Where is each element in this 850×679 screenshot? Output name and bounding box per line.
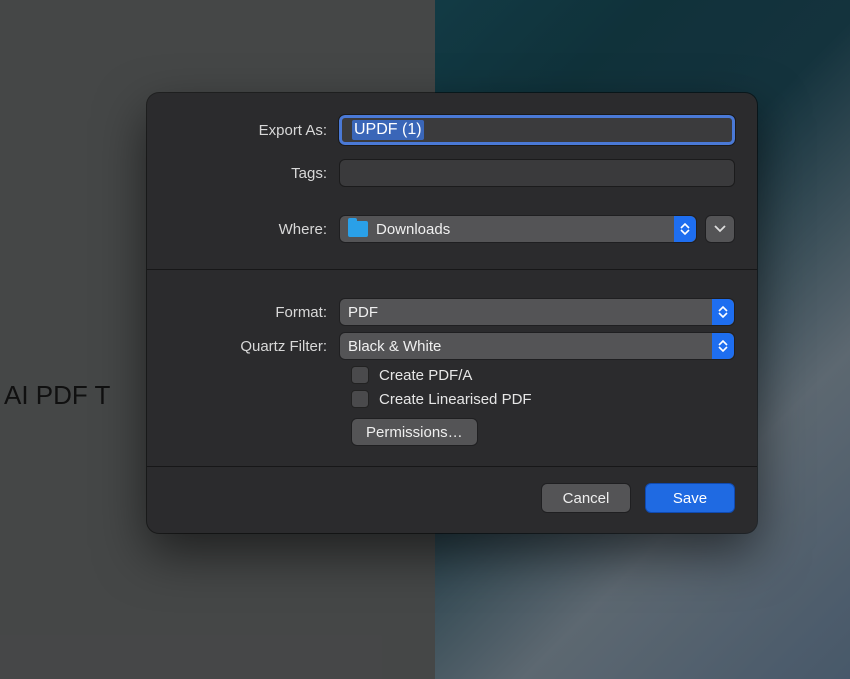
- expand-location-button[interactable]: [705, 215, 735, 243]
- permissions-button[interactable]: Permissions…: [351, 418, 478, 446]
- save-button[interactable]: Save: [645, 483, 735, 513]
- create-pdfa-checkbox[interactable]: [351, 366, 369, 384]
- updown-caret-icon: [712, 299, 734, 325]
- dialog-section-middle: Format: PDF Quartz Filter: Black & White: [147, 270, 757, 466]
- updown-caret-icon: [712, 333, 734, 359]
- dialog-footer: Cancel Save: [147, 467, 757, 533]
- export-as-input[interactable]: UPDF (1): [339, 115, 735, 145]
- dialog-section-top: Export As: UPDF (1) Tags: Where: Downloa…: [147, 93, 757, 269]
- export-dialog: Export As: UPDF (1) Tags: Where: Downloa…: [147, 93, 757, 533]
- divider-1: [147, 269, 757, 270]
- updown-caret-icon: [674, 216, 696, 242]
- format-value: PDF: [348, 304, 378, 321]
- quartz-filter-label: Quartz Filter:: [169, 338, 339, 355]
- cancel-button[interactable]: Cancel: [541, 483, 631, 513]
- format-popup[interactable]: PDF: [339, 298, 735, 326]
- where-value: Downloads: [376, 221, 450, 238]
- tags-label: Tags:: [169, 165, 339, 182]
- divider-2: [147, 466, 757, 467]
- export-as-label: Export As:: [169, 122, 339, 139]
- create-linearised-checkbox[interactable]: [351, 390, 369, 408]
- export-as-value: UPDF (1): [352, 120, 424, 140]
- quartz-filter-value: Black & White: [348, 338, 441, 355]
- tags-input[interactable]: [339, 159, 735, 187]
- create-linearised-label: Create Linearised PDF: [379, 391, 532, 408]
- where-popup[interactable]: Downloads: [339, 215, 697, 243]
- format-label: Format:: [169, 304, 339, 321]
- quartz-filter-popup[interactable]: Black & White: [339, 332, 735, 360]
- chevron-down-icon: [714, 225, 726, 233]
- where-label: Where:: [169, 221, 339, 238]
- folder-icon: [348, 221, 368, 237]
- create-pdfa-label: Create PDF/A: [379, 367, 472, 384]
